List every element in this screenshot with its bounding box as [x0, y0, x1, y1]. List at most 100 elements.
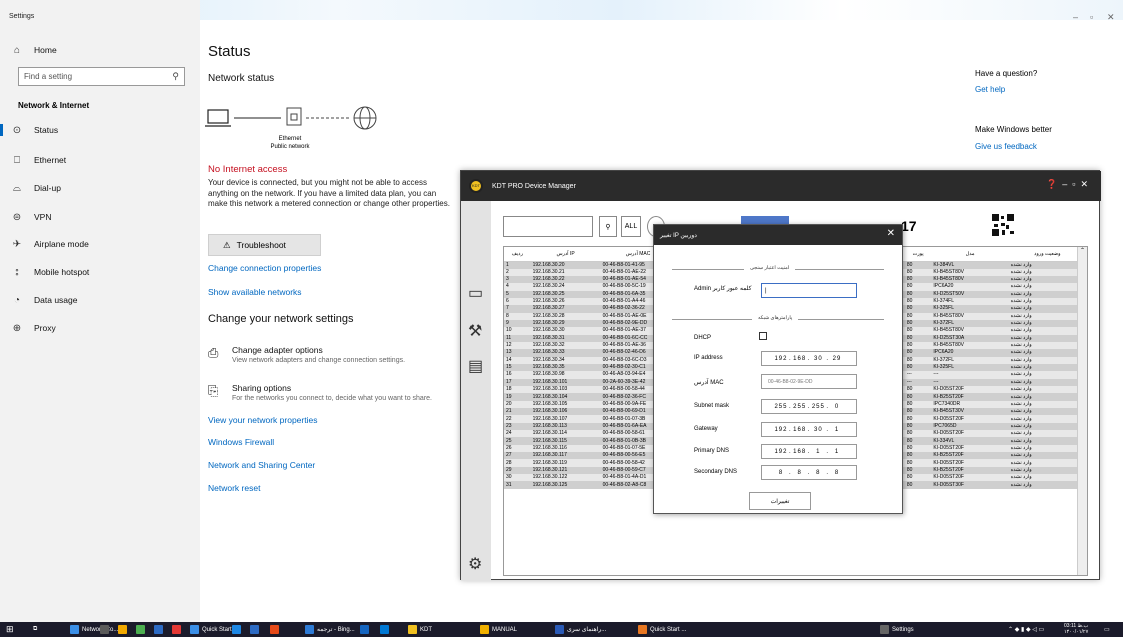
network-reset-link[interactable]: Network reset	[208, 483, 260, 493]
table-cell: IPC7340DR	[931, 400, 1009, 409]
ip-octet[interactable]: 30	[810, 356, 826, 362]
firewall-link[interactable]: Windows Firewall	[208, 437, 274, 447]
sidebar-item-data-usage[interactable]: ◔ Data usage	[0, 289, 200, 311]
taskbar-item[interactable]: Settings	[880, 624, 914, 635]
login-status-cell: وارد نشده	[1008, 327, 1086, 335]
taskbar-item[interactable]: ترجمه - Bing...	[305, 624, 355, 635]
ip-address-field[interactable]: 192 . 168 . 30 . 29	[761, 351, 857, 366]
sidebar-item-status[interactable]: ⊙ Status	[0, 119, 200, 141]
grid-header[interactable]: آدرس IP	[530, 247, 601, 262]
search-input[interactable]: Find a setting ⚲	[18, 67, 185, 86]
dhcp-checkbox[interactable]	[759, 332, 767, 340]
taskbar-item[interactable]: KDT	[408, 624, 432, 635]
sidebar-item-dial-up[interactable]: ⌓ Dial-up	[0, 177, 200, 199]
pinned-app-icon[interactable]	[136, 624, 145, 635]
ip-octet[interactable]: 8	[773, 470, 789, 476]
maximize-icon[interactable]: ▫	[1090, 12, 1093, 22]
ip-octet[interactable]: 0	[829, 404, 845, 410]
ip-octet[interactable]: 8	[810, 470, 826, 476]
ip-octet[interactable]: 8	[792, 470, 808, 476]
pinned-app-icon[interactable]	[154, 624, 163, 635]
grid-header[interactable]: پورت	[904, 247, 932, 262]
device-list-icon[interactable]: ▭	[468, 283, 483, 303]
close-icon[interactable]: ✕	[1107, 12, 1115, 23]
gateway-field[interactable]: 192 . 168 . 30 . 1	[761, 422, 857, 437]
ip-octet[interactable]: 30	[810, 427, 826, 433]
feedback-link[interactable]: Give us feedback	[975, 142, 1037, 151]
kdt-window-controls[interactable]: ❓–▫✕	[1046, 179, 1093, 190]
clock[interactable]: 03:11 ب.ظ ۱۴۰۰/۰۱/۲۷	[1064, 623, 1088, 636]
device-search-input[interactable]	[503, 216, 593, 237]
minimize-icon[interactable]: –	[1073, 12, 1078, 22]
table-cell: 192.168.30.28	[530, 312, 601, 320]
pinned-app-icon[interactable]	[270, 624, 279, 635]
grid-header[interactable]: مدل	[931, 247, 1009, 262]
pinned-app-icon[interactable]	[172, 624, 181, 635]
pinned-app-icon[interactable]	[232, 624, 241, 635]
table-cell: 192.168.30.24	[530, 283, 601, 291]
ip-octet[interactable]: 192	[773, 449, 789, 455]
notification-icon[interactable]: ▭	[1104, 624, 1110, 635]
primary-dns-field[interactable]: 192 . 168 . 1 . 1	[761, 444, 857, 459]
ip-octet[interactable]: 255	[810, 404, 826, 410]
sidebar-item-airplane-mode[interactable]: ✈ Airplane mode	[0, 233, 200, 255]
taskbar-item[interactable]: Network Co...	[70, 624, 118, 635]
ip-octet[interactable]: 1	[829, 449, 845, 455]
adapter-options[interactable]: ⎙ Change adapter options View network ada…	[208, 345, 405, 364]
settings-gear-icon[interactable]: ⚙	[468, 554, 482, 574]
view-properties-link[interactable]: View your network properties	[208, 415, 317, 425]
ip-octet[interactable]: 168	[792, 356, 808, 362]
start-icon[interactable]: ⊞	[6, 624, 14, 635]
secondary-dns-field[interactable]: 8 . 8 . 8 . 8	[761, 465, 857, 480]
get-help-link[interactable]: Get help	[975, 85, 1005, 94]
ip-octet[interactable]: 29	[829, 356, 845, 362]
ip-octet[interactable]: 1	[829, 427, 845, 433]
taskbar-item[interactable]: MANUAL	[480, 624, 517, 635]
password-field[interactable]: |	[761, 283, 857, 298]
app-title: Settings	[9, 13, 35, 20]
ip-octet[interactable]: 255	[773, 404, 789, 410]
subnet-field[interactable]: 255 . 255 . 255 . 0	[761, 399, 857, 414]
sidebar-item-proxy[interactable]: ⊕ Proxy	[0, 317, 200, 339]
sidebar-item-ethernet[interactable]: ⎕ Ethernet	[0, 149, 200, 171]
change-connection-properties-link[interactable]: Change connection properties	[208, 263, 321, 273]
ip-octet[interactable]: 192	[773, 356, 789, 362]
grid-scrollbar[interactable]: ⌃	[1077, 247, 1087, 575]
grid-header[interactable]: ردیف	[504, 247, 531, 262]
taskbar-item[interactable]: Quick Start ...	[638, 624, 686, 635]
show-networks-link[interactable]: Show available networks	[208, 287, 302, 297]
ip-octet[interactable]: 8	[829, 470, 845, 476]
tools-icon[interactable]: ⚒	[468, 321, 482, 341]
pinned-app-icon[interactable]	[380, 624, 389, 635]
ip-octet[interactable]: 192	[773, 427, 789, 433]
no-internet-warning: No Internet access	[208, 164, 288, 175]
pinned-app-icon[interactable]	[360, 624, 369, 635]
sidebar-item-mobile-hotspot[interactable]: ⦂ Mobile hotspot	[0, 261, 200, 283]
table-cell: 80	[904, 430, 932, 438]
grid-header[interactable]: وضعیت ورود	[1008, 247, 1086, 262]
ip-octet[interactable]: 168	[792, 449, 808, 455]
table-cell: 14	[504, 356, 531, 364]
task-view-icon[interactable]: ⧉	[33, 624, 37, 635]
pinned-app-icon[interactable]	[250, 624, 259, 635]
table-cell: 80	[904, 275, 932, 284]
pinned-app-icon[interactable]	[100, 624, 109, 635]
apply-button[interactable]: تغییرات	[749, 492, 811, 510]
ip-label: IP address	[694, 355, 723, 361]
all-button[interactable]: ALL	[621, 216, 641, 237]
search-device-icon[interactable]: ⚲	[599, 216, 617, 237]
pinned-app-icon[interactable]	[118, 624, 127, 635]
ip-octet[interactable]: 168	[792, 427, 808, 433]
sharing-center-link[interactable]: Network and Sharing Center	[208, 460, 315, 470]
data-usage-icon: ◔	[13, 294, 21, 306]
dialog-close-icon[interactable]: ✕	[887, 228, 895, 239]
troubleshoot-button[interactable]: ⚠ Troubleshoot	[208, 234, 321, 256]
log-icon[interactable]: ▤	[468, 356, 483, 376]
ip-octet[interactable]: 255	[792, 404, 808, 410]
ip-octet[interactable]: 1	[810, 449, 826, 455]
sidebar-item-home[interactable]: ⌂ Home	[0, 39, 200, 61]
tray-icons[interactable]: ⌃ ◆ ▮ ◆ ◁ ▭	[1008, 624, 1044, 635]
sharing-options[interactable]: ⎘ Sharing options For the networks you co…	[208, 383, 432, 402]
sidebar-item-vpn[interactable]: ⊜ VPN	[0, 206, 200, 228]
taskbar-item[interactable]: راهنمای سری...	[555, 624, 606, 635]
